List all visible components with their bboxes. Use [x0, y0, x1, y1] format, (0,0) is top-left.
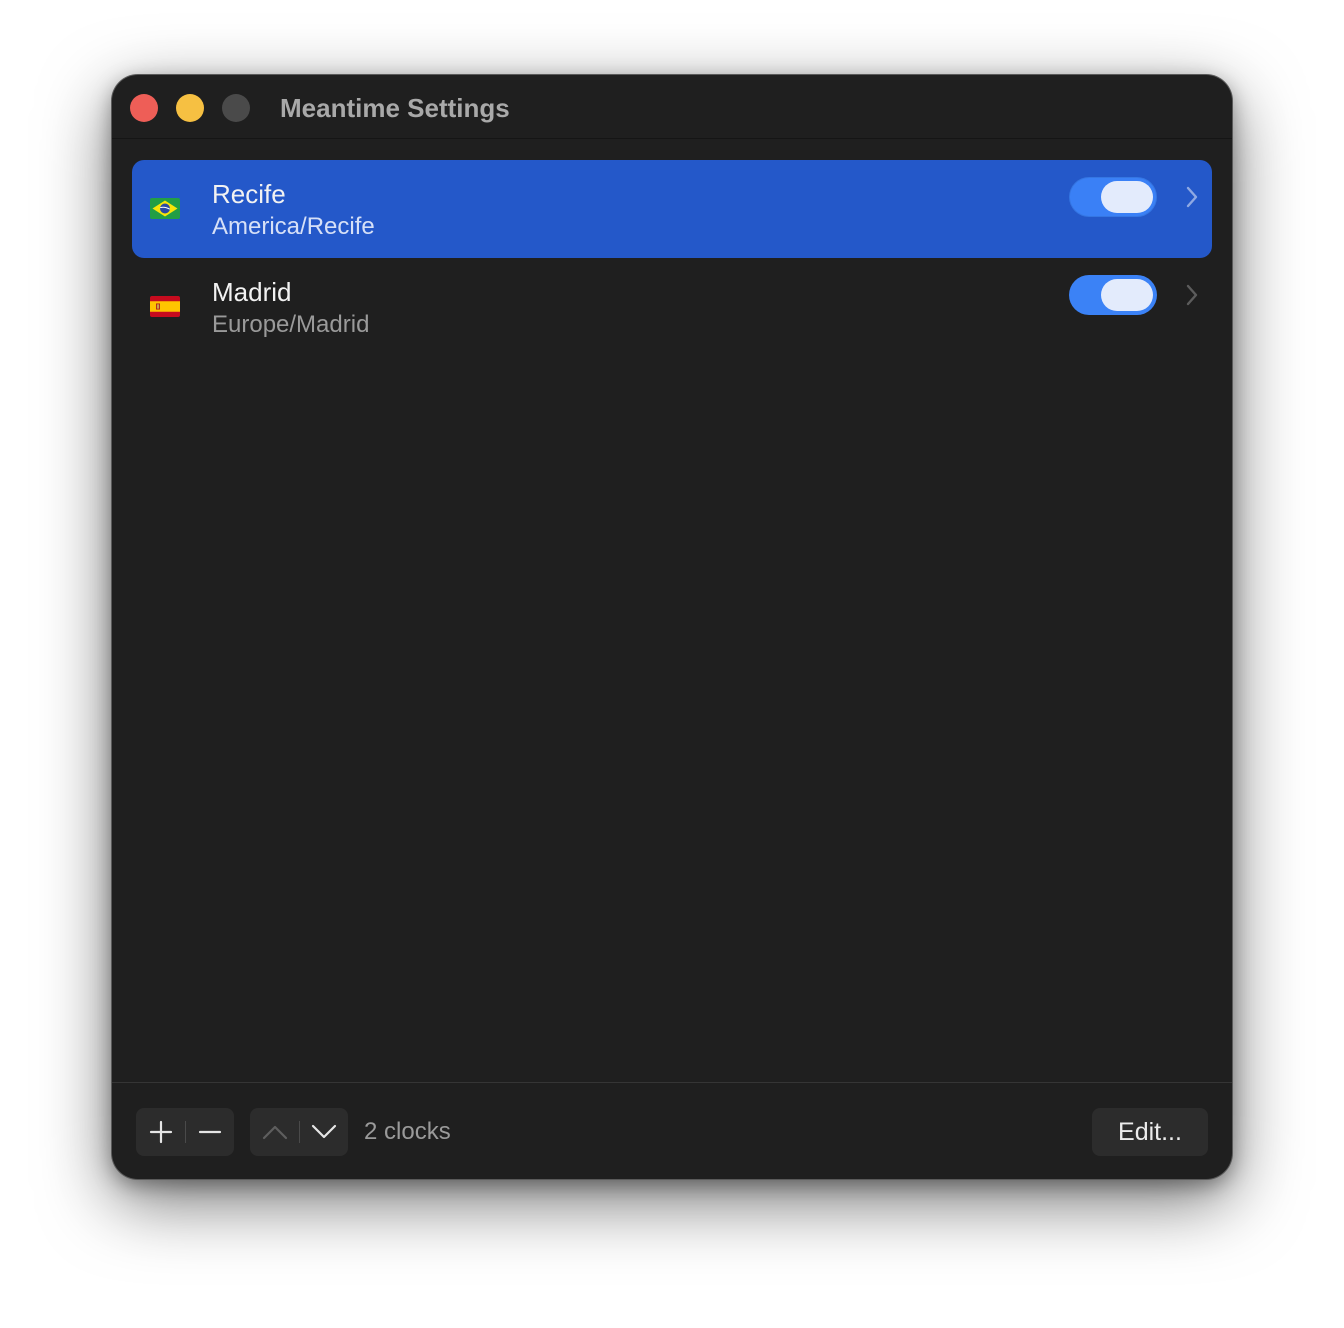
- chevron-right-icon[interactable]: [1184, 185, 1200, 209]
- toggle-knob: [1101, 279, 1153, 311]
- footer-toolbar: 2 clocks Edit...: [112, 1082, 1232, 1179]
- add-clock-button[interactable]: [136, 1108, 185, 1156]
- zoom-button: [222, 94, 250, 122]
- move-up-button: [250, 1108, 299, 1156]
- spain-flag-icon: [150, 296, 180, 317]
- reorder-control: [250, 1108, 348, 1156]
- clock-enabled-toggle[interactable]: [1069, 177, 1157, 217]
- remove-clock-button[interactable]: [185, 1108, 234, 1156]
- chevron-up-icon: [262, 1125, 287, 1140]
- clock-city-name: Madrid: [212, 277, 292, 307]
- clock-count-label: 2 clocks: [364, 1118, 451, 1145]
- plus-icon: [149, 1120, 172, 1144]
- clock-row-madrid[interactable]: Madrid Europe/Madrid: [132, 258, 1212, 356]
- move-down-button[interactable]: [299, 1108, 348, 1156]
- settings-window: Meantime Settings Recife America/Recife: [112, 75, 1232, 1179]
- close-button[interactable]: [130, 94, 158, 122]
- chevron-down-icon: [311, 1124, 336, 1139]
- minimize-button[interactable]: [176, 94, 204, 122]
- clock-city-name: Recife: [212, 179, 286, 209]
- window-title: Meantime Settings: [280, 93, 510, 123]
- title-bar[interactable]: Meantime Settings: [112, 75, 1232, 139]
- clock-list: Recife America/Recife Madrid Europe/Madr…: [132, 160, 1212, 356]
- clock-enabled-toggle[interactable]: [1069, 275, 1157, 315]
- clock-timezone: America/Recife: [212, 213, 375, 240]
- clock-row-recife[interactable]: Recife America/Recife: [132, 160, 1212, 258]
- toggle-knob: [1101, 181, 1153, 213]
- clock-timezone: Europe/Madrid: [212, 311, 370, 338]
- edit-button[interactable]: Edit...: [1092, 1108, 1208, 1156]
- brazil-flag-icon: [150, 198, 180, 219]
- add-remove-control: [136, 1108, 234, 1156]
- chevron-right-icon[interactable]: [1184, 283, 1200, 307]
- minus-icon: [198, 1130, 221, 1134]
